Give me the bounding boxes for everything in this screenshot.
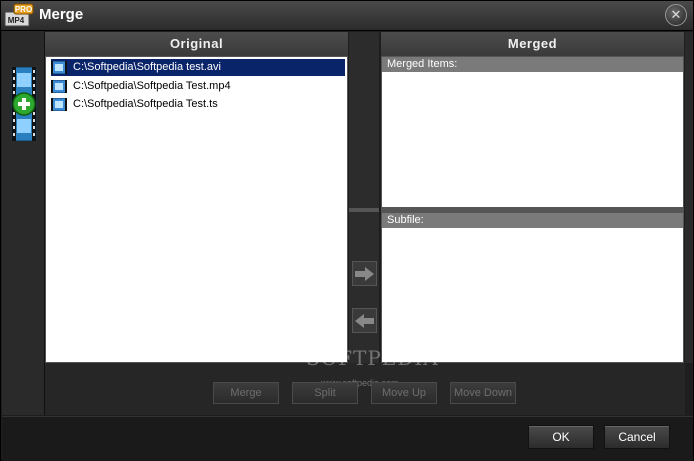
logo-text: MP4 [8,16,25,25]
merged-items-panel[interactable]: Merged Items: [381,56,684,208]
list-item[interactable]: C:\Softpedia\Softpedia test.avi [51,59,345,76]
divider [349,208,379,212]
split-button[interactable]: Split [292,382,358,404]
close-icon: ✕ [670,7,682,22]
cancel-button[interactable]: Cancel [604,425,670,449]
close-button[interactable]: ✕ [665,4,687,26]
video-file-icon [51,80,67,93]
file-path: C:\Softpedia\Softpedia Test.ts [73,98,218,110]
left-toolbar [2,31,45,415]
move-up-button[interactable]: Move Up [371,382,437,404]
merge-button[interactable]: Merge [213,382,279,404]
add-video-file-icon[interactable] [10,67,38,141]
original-header: Original [45,32,348,56]
subfile-panel[interactable]: Subfile: [381,212,684,363]
merged-items-label: Merged Items: [382,57,683,72]
merge-dialog: PRO MP4 Merge ✕ Original C:\Softpedia\So… [0,0,694,461]
logo-badge: PRO [15,5,32,14]
window-title: Merge [39,6,84,23]
action-bar [45,363,685,415]
watermark-brand: SOFTPEDIA [306,346,439,370]
merged-header: Merged [381,32,684,56]
video-file-icon [51,98,67,111]
list-item[interactable]: C:\Softpedia\Softpedia Test.mp4 [51,78,345,95]
ok-button[interactable]: OK [528,425,594,449]
panel-edge [685,32,693,363]
move-left-button[interactable] [352,308,377,333]
list-item[interactable]: C:\Softpedia\Softpedia Test.ts [51,96,345,113]
title-bar: PRO MP4 Merge ✕ [1,1,693,31]
file-path: C:\Softpedia\Softpedia test.avi [73,61,221,73]
original-file-list[interactable]: C:\Softpedia\Softpedia test.avi C:\Softp… [45,56,348,363]
video-file-icon [51,61,67,74]
file-path: C:\Softpedia\Softpedia Test.mp4 [73,80,231,92]
arrow-left-icon [355,313,374,328]
app-logo-icon: PRO MP4 [4,3,34,27]
subfile-label: Subfile: [382,213,683,228]
move-down-button[interactable]: Move Down [450,382,516,404]
move-right-button[interactable] [352,261,377,286]
arrow-right-icon [355,266,374,281]
